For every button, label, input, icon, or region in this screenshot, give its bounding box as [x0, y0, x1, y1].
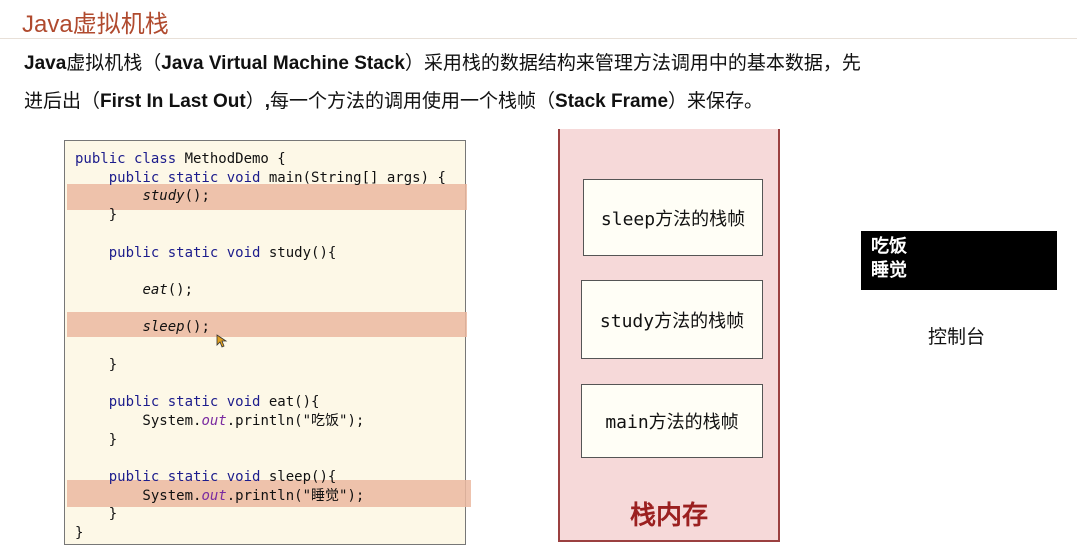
mouse-cursor-icon: [216, 334, 228, 348]
title-divider: [0, 38, 1077, 39]
console-label: 控制台: [928, 327, 986, 348]
code-line: }: [75, 207, 118, 224]
code-line: System.out.println("吃饭");: [75, 412, 365, 429]
description-line-1-run-2: Java Virtual Machine Stack: [161, 53, 405, 74]
description-line-2-run-0: 进后出（: [24, 91, 101, 112]
description-line-1-run-1: 虚拟机栈（: [66, 53, 162, 74]
code-line: }: [75, 525, 84, 541]
description-line-1: Java虚拟机栈（Java Virtual Machine Stack）采用栈的…: [24, 52, 954, 76]
code-line: }: [75, 356, 118, 373]
description-line-1-run-0: Java: [24, 53, 67, 74]
description-line-2-run-4: 每一个方法的调用使用一个栈帧（: [270, 91, 556, 112]
code-panel: public class MethodDemo { public static …: [64, 140, 471, 545]
description-line-1-run-3: ）采用栈的数据结构来管理方法调用中的基本数据，先: [404, 53, 861, 74]
code-line: System.out.println("睡觉");: [75, 487, 365, 504]
code-line: public static void study(){: [75, 244, 337, 261]
console-line-2: 睡觉: [871, 260, 907, 281]
console-output: 吃饭 睡觉: [861, 231, 1057, 290]
code-line: study();: [142, 188, 210, 205]
stack-memory-label: 栈内存: [629, 501, 708, 531]
code-line: eat();: [142, 281, 194, 298]
stack-frame-sleep: sleep方法的栈帧: [583, 179, 763, 256]
code-line: sleep();: [142, 319, 210, 336]
slide-title: Java虚拟机栈: [22, 11, 169, 38]
stack-memory: sleep方法的栈帧 study方法的栈帧 main方法的栈帧 栈内存: [558, 129, 780, 542]
stack-frame-main: main方法的栈帧: [581, 384, 763, 458]
code-line: }: [75, 431, 118, 448]
code-line: public static void main(String[] args) {: [75, 169, 446, 186]
description-line-2-run-5: Stack Frame: [555, 91, 669, 112]
stack-frame-study: study方法的栈帧: [581, 280, 763, 359]
code-line: public static void sleep(){: [75, 468, 337, 485]
code-line: public static void eat(){: [75, 394, 320, 411]
description-line-2-run-6: ）来保存。: [668, 91, 764, 112]
description-line-2-run-1: First In Last Out: [100, 91, 246, 112]
code-line: public class MethodDemo {: [75, 151, 286, 167]
description-line-2-run-2: ）: [245, 91, 265, 112]
description-line-2: 进后出（First In Last Out）,每一个方法的调用使用一个栈帧（St…: [24, 90, 954, 114]
code-line: }: [75, 506, 118, 523]
console-line-1: 吃饭: [871, 236, 907, 257]
